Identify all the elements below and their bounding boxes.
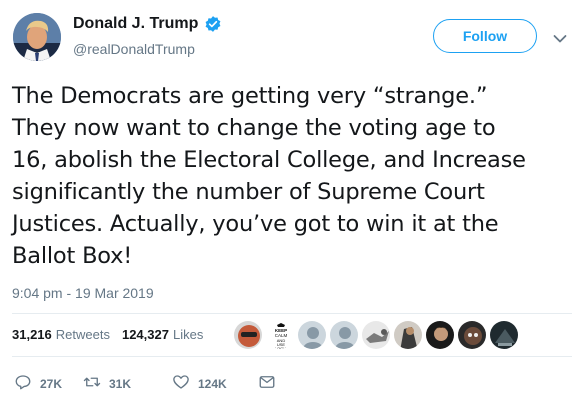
heart-icon [172,373,190,394]
retweets-count: 31,216 [12,327,52,342]
verified-badge-icon [204,15,222,33]
divider [12,356,572,357]
liker-avatar[interactable] [425,320,455,350]
liker-avatar[interactable]: KEEP CALM AND USE LOGIC [265,320,295,350]
liker-avatar[interactable] [361,320,391,350]
liker-avatar[interactable] [393,320,423,350]
tweet-text-line: They now want to change the voting age t… [12,115,496,141]
like-count: 124K [198,376,227,391]
tweet-text-line: 16, abolish the Electoral College, and I… [12,147,526,173]
tweet-text: The Democrats are getting very “strange.… [12,80,578,272]
liker-avatar[interactable] [297,320,327,350]
tweet-actions: 27K 31K 124K [14,373,276,394]
direct-message-button[interactable] [258,373,276,394]
likes-label: Likes [172,327,204,342]
envelope-icon [258,373,276,394]
liker-avatar[interactable] [457,320,487,350]
tweet-text-line: The Democrats are getting very “strange.… [12,83,488,109]
retweet-button[interactable]: 31K [83,373,172,394]
tweet-timestamp[interactable]: 9:04 pm - 19 Mar 2019 [12,285,154,301]
author-avatar[interactable] [13,13,61,61]
divider [12,313,572,314]
liker-avatars: KEEP CALM AND USE LOGIC [233,320,521,350]
svg-text:LOGIC: LOGIC [275,346,288,350]
liker-avatar[interactable] [233,320,263,350]
tweet-text-line: Ballot Box! [12,243,133,269]
liker-avatar[interactable] [489,320,519,350]
likes-stat[interactable]: 124,327 Likes [122,327,203,342]
retweet-count: 31K [109,376,132,391]
tweet-text-line: Justices. Actually, you’ve got to win it… [12,211,499,237]
reply-icon [14,373,32,394]
reply-button[interactable]: 27K [14,373,83,394]
reply-count: 27K [40,376,63,391]
like-button[interactable]: 124K [172,373,258,394]
tweet-stats: 31,216 Retweets 124,327 Likes [12,327,203,342]
liker-avatar[interactable] [329,320,359,350]
author-name-row: Donald J. Trump [73,15,222,33]
likes-count: 124,327 [121,327,169,342]
author-display-name[interactable]: Donald J. Trump [73,15,198,33]
follow-button[interactable]: Follow [433,19,537,53]
retweets-stat[interactable]: 31,216 Retweets [12,327,110,342]
retweets-label: Retweets [55,327,110,342]
tweet-card: Donald J. Trump @realDonaldTrump Follow … [0,0,584,406]
tweet-text-line: significantly the number of Supreme Cour… [12,179,485,205]
chevron-down-icon[interactable] [553,31,567,43]
author-handle[interactable]: @realDonaldTrump [73,41,195,57]
retweet-icon [83,373,101,394]
